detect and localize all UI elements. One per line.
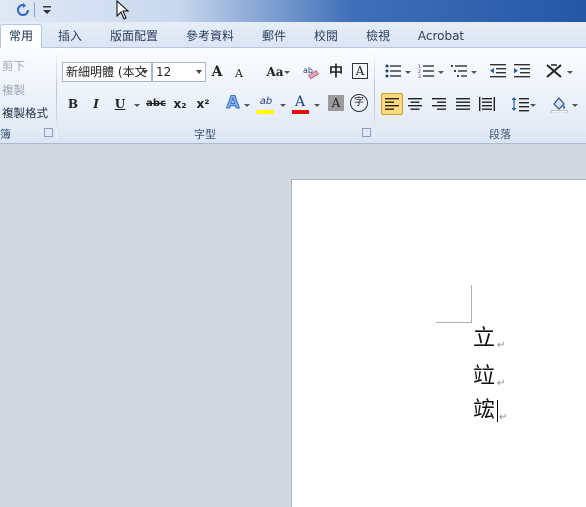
document-text: 竝: [473, 364, 496, 389]
decrease-indent-icon[interactable]: [490, 64, 506, 78]
mouse-pointer-icon: [116, 0, 130, 20]
tab-acrobat[interactable]: Acrobat: [412, 26, 470, 48]
align-center-icon[interactable]: [408, 98, 422, 110]
document-page[interactable]: 立 ↵ 竝 ↵ 竤 ↵: [291, 179, 586, 507]
chevron-down-icon: [280, 104, 286, 107]
line-spacing-icon[interactable]: [511, 96, 529, 112]
chevron-down-icon: [244, 104, 250, 107]
customize-qat-icon[interactable]: [40, 3, 54, 17]
chevron-down-icon: [572, 104, 578, 107]
tab-references[interactable]: 參考資料: [180, 26, 240, 48]
chevron-down-icon: [134, 104, 140, 107]
paragraph-mark: ↵: [497, 378, 506, 389]
text-caret: [497, 400, 498, 422]
tab-home[interactable]: 常用: [0, 24, 42, 49]
paragraph-mark: ↵: [497, 340, 506, 351]
align-left-button[interactable]: [381, 93, 403, 115]
subscript-button[interactable]: x₂: [171, 94, 189, 114]
qat-separator: [34, 3, 35, 17]
document-line-1[interactable]: 立: [473, 324, 495, 354]
ribbon: 剪下 複製 複製格式 簿 新細明體 (本文 12 A A Aa ab 中 A B…: [0, 48, 586, 144]
chevron-down-icon: [405, 71, 411, 74]
phonetic-guide-button[interactable]: 中: [327, 62, 345, 82]
bold-button[interactable]: B: [66, 94, 80, 114]
change-case-button[interactable]: Aa: [264, 62, 286, 82]
clipboard-group-label: 簿: [0, 128, 11, 141]
superscript-button[interactable]: x²: [194, 94, 212, 114]
character-shading-button[interactable]: A: [328, 95, 344, 111]
cut-button[interactable]: 剪下: [2, 58, 25, 74]
chevron-down-icon: [530, 104, 536, 107]
tab-page-layout[interactable]: 版面配置: [104, 26, 164, 48]
align-right-icon[interactable]: [432, 98, 446, 110]
chevron-down-icon: [438, 71, 444, 74]
font-size-combo[interactable]: 12: [152, 62, 206, 82]
align-left-icon: [385, 98, 399, 110]
tab-mailings[interactable]: 郵件: [256, 26, 292, 48]
title-bar: [0, 0, 586, 22]
tab-insert[interactable]: 插入: [52, 26, 88, 48]
numbering-icon[interactable]: 1 2 3: [418, 64, 434, 78]
copy-button[interactable]: 複製: [2, 82, 25, 98]
paragraph-mark: ↵: [499, 412, 508, 423]
clear-formatting-icon[interactable]: ab: [303, 64, 321, 80]
justify-icon[interactable]: [456, 98, 470, 110]
document-text: 竤: [473, 398, 496, 423]
chevron-down-icon: [196, 70, 202, 74]
font-color-swatch: [292, 110, 309, 114]
chevron-down-icon: [284, 71, 290, 74]
margin-corner-mark: [436, 322, 472, 323]
clipboard-dialog-launcher-icon[interactable]: [44, 128, 53, 137]
text-effects-button[interactable]: A: [224, 93, 242, 114]
paragraph-group-label: 段落: [489, 128, 511, 141]
font-name-combo[interactable]: 新細明體 (本文: [62, 62, 152, 82]
shrink-font-button[interactable]: A: [233, 64, 245, 84]
document-text: 立: [473, 326, 496, 351]
underline-button[interactable]: U: [113, 94, 127, 114]
distributed-icon[interactable]: [479, 97, 495, 111]
character-border-button[interactable]: A: [352, 63, 368, 79]
ribbon-tabs: 常用 插入 版面配置 參考資料 郵件 校閱 檢視 Acrobat: [0, 22, 586, 49]
shading-icon[interactable]: [550, 95, 568, 113]
font-name-value: 新細明體 (本文: [66, 65, 147, 79]
bullets-icon[interactable]: [385, 64, 401, 78]
chevron-down-icon: [314, 104, 320, 107]
font-dialog-launcher-icon[interactable]: [362, 128, 371, 137]
document-line-3[interactable]: 竤: [473, 396, 495, 426]
font-size-value: 12: [156, 65, 172, 79]
chevron-down-icon: [142, 70, 148, 74]
format-painter-button[interactable]: 複製格式: [2, 105, 48, 121]
margin-corner-mark: [471, 285, 472, 323]
chevron-down-icon: [471, 71, 477, 74]
asian-layout-icon[interactable]: [545, 63, 563, 79]
font-color-button[interactable]: A: [292, 92, 308, 112]
strikethrough-button[interactable]: abc: [145, 94, 167, 114]
redo-icon[interactable]: [16, 3, 30, 17]
increase-indent-icon[interactable]: [514, 64, 530, 78]
highlight-color-swatch: [257, 110, 274, 114]
enclose-characters-button[interactable]: 字: [350, 94, 368, 112]
document-workspace: 立 ↵ 竝 ↵ 竤 ↵: [0, 145, 586, 507]
grow-font-button[interactable]: A: [210, 62, 224, 82]
tab-view[interactable]: 檢視: [360, 26, 396, 48]
chevron-down-icon: [567, 71, 573, 74]
group-separator: [374, 52, 375, 138]
highlight-button[interactable]: ab: [257, 92, 275, 112]
svg-text:3: 3: [418, 74, 421, 78]
multilevel-list-icon[interactable]: [451, 64, 469, 78]
document-line-2[interactable]: 竝: [473, 362, 495, 392]
font-group-label: 字型: [194, 128, 216, 141]
italic-button[interactable]: I: [89, 94, 103, 114]
tab-review[interactable]: 校閱: [308, 26, 344, 48]
group-separator: [56, 52, 57, 138]
